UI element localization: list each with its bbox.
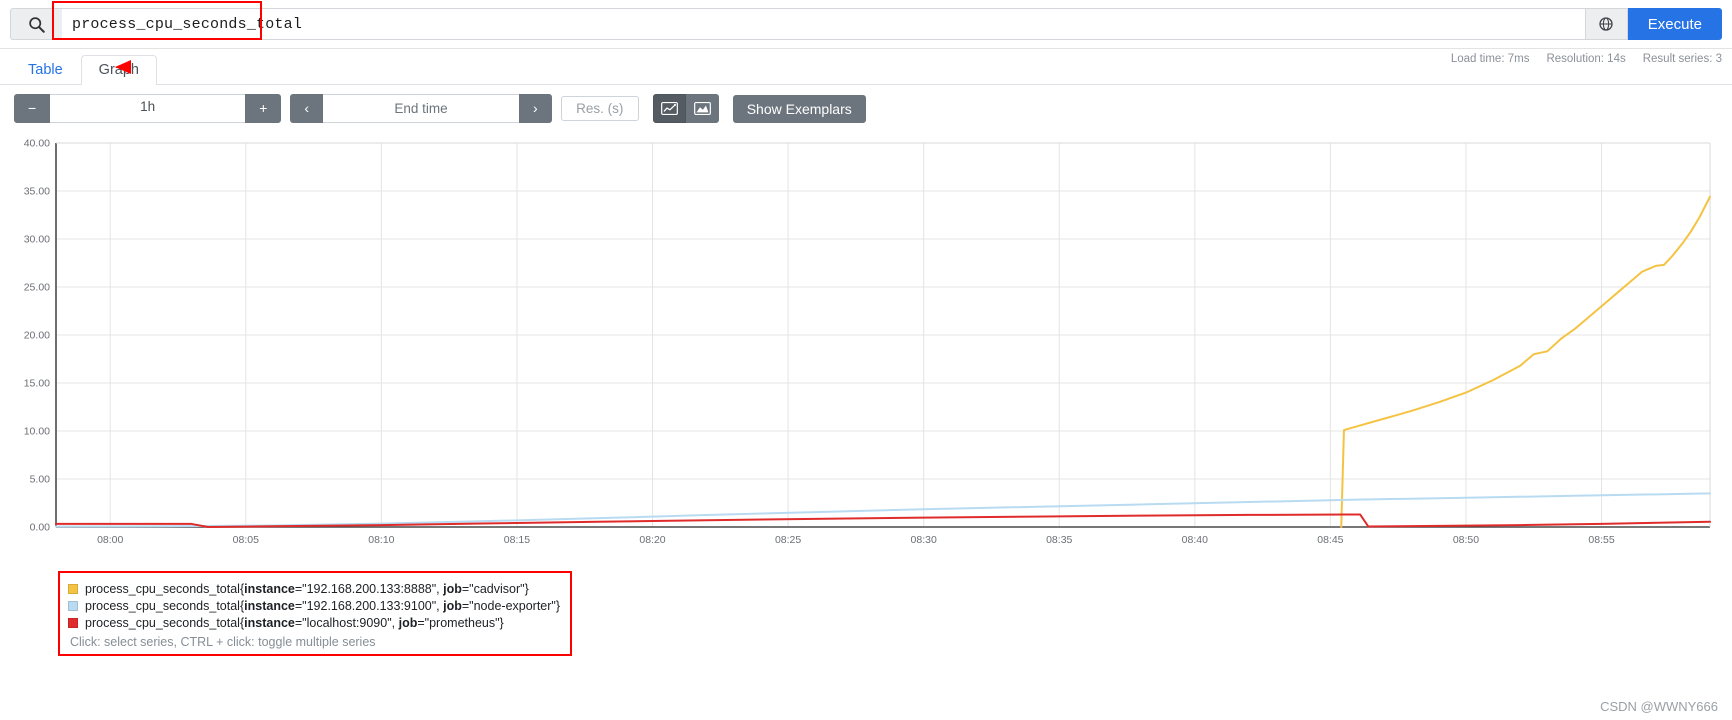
y-axis-tick-label: 0.00: [30, 522, 51, 534]
x-axis-tick-label: 08:25: [775, 534, 801, 546]
x-axis-tick-label: 08:15: [504, 534, 530, 546]
legend-series-label: process_cpu_seconds_total{instance="192.…: [85, 582, 529, 596]
range-decrease-button[interactable]: −: [14, 94, 50, 122]
query-history-icon[interactable]: [1586, 8, 1628, 40]
tab-graph[interactable]: Graph: [81, 55, 157, 86]
legend-item[interactable]: process_cpu_seconds_total{instance="192.…: [68, 580, 560, 597]
time-next-button[interactable]: ›: [519, 94, 552, 122]
y-axis-tick-label: 10.00: [24, 426, 50, 438]
line-chart-icon[interactable]: [653, 94, 686, 123]
legend-series-label: process_cpu_seconds_total{instance="loca…: [85, 616, 504, 630]
x-axis-tick-label: 08:35: [1046, 534, 1072, 546]
stat-result-series: Result series: 3: [1643, 53, 1722, 65]
show-exemplars-button[interactable]: Show Exemplars: [733, 95, 866, 123]
search-icon: [10, 8, 62, 40]
x-axis-tick-label: 08:20: [639, 534, 665, 546]
query-input-wrap: [62, 8, 1586, 40]
x-axis-tick-label: 08:45: [1317, 534, 1343, 546]
graph-panel: 0.00 5.00 10.00 15.00 20.00 25.00 30.00 35.00 40…: [8, 133, 1720, 563]
legend-zone: process_cpu_seconds_total{instance="192.…: [0, 571, 1732, 656]
y-axis-tick-label: 40.00: [24, 138, 50, 150]
y-axis-tick-label: 20.00: [24, 330, 50, 342]
y-axis-tick-label: 15.00: [24, 378, 50, 390]
legend-item[interactable]: process_cpu_seconds_total{instance="loca…: [68, 614, 560, 631]
legend-hint: Click: select series, CTRL + click: togg…: [68, 631, 560, 649]
query-bar: Execute: [0, 0, 1732, 49]
stacked-area-chart-icon[interactable]: [686, 94, 719, 123]
stat-resolution: Resolution: 14s: [1546, 53, 1625, 65]
end-time-picker: ‹ End time ›: [290, 94, 551, 122]
range-stepper: − 1h +: [14, 94, 281, 122]
legend-annotation-box: process_cpu_seconds_total{instance="192.…: [58, 571, 572, 656]
resolution-input[interactable]: Res. (s): [561, 96, 639, 121]
time-previous-button[interactable]: ‹: [290, 94, 323, 122]
range-increase-button[interactable]: +: [245, 94, 281, 122]
tab-table[interactable]: Table: [10, 55, 81, 86]
y-axis-tick-label: 30.00: [24, 234, 50, 246]
search-input[interactable]: [62, 8, 1586, 40]
legend-item[interactable]: process_cpu_seconds_total{instance="192.…: [68, 597, 560, 614]
x-axis-tick-label: 08:30: [911, 534, 937, 546]
chart-series-line: [1341, 197, 1710, 527]
legend-color-swatch: [68, 601, 78, 611]
x-axis-tick-label: 08:00: [97, 534, 123, 546]
y-axis-tick-label: 35.00: [24, 186, 50, 198]
legend-color-swatch: [68, 618, 78, 628]
x-axis-tick-label: 08:55: [1588, 534, 1614, 546]
range-input[interactable]: 1h: [50, 94, 245, 122]
chart-series-line: [56, 515, 1710, 527]
stat-load-time: Load time: 7ms: [1451, 53, 1530, 65]
query-stats: Load time: 7ms Resolution: 14s Result se…: [1451, 53, 1722, 65]
watermark: CSDN @WWNY666: [1600, 699, 1718, 714]
graph-controls: − 1h + ‹ End time › Res. (s) Show Exempl…: [0, 85, 1732, 131]
chart-type-toggle: [653, 94, 719, 123]
x-axis-tick-label: 08:40: [1182, 534, 1208, 546]
legend-color-swatch: [68, 584, 78, 594]
x-axis-tick-label: 08:05: [233, 534, 259, 546]
legend-series-label: process_cpu_seconds_total{instance="192.…: [85, 599, 560, 613]
x-axis-tick-label: 08:50: [1453, 534, 1479, 546]
tabs-row: Table Graph Load time: 7ms Resolution: 1…: [0, 49, 1732, 85]
end-time-input[interactable]: End time: [323, 94, 519, 122]
execute-button[interactable]: Execute: [1628, 8, 1722, 40]
x-axis-tick-label: 08:10: [368, 534, 394, 546]
chart-series-line: [56, 493, 1710, 526]
time-series-chart[interactable]: 0.00 5.00 10.00 15.00 20.00 25.00 30.00 35.00 40…: [8, 133, 1716, 563]
y-axis-tick-label: 25.00: [24, 282, 50, 294]
y-axis-tick-label: 5.00: [30, 474, 51, 486]
